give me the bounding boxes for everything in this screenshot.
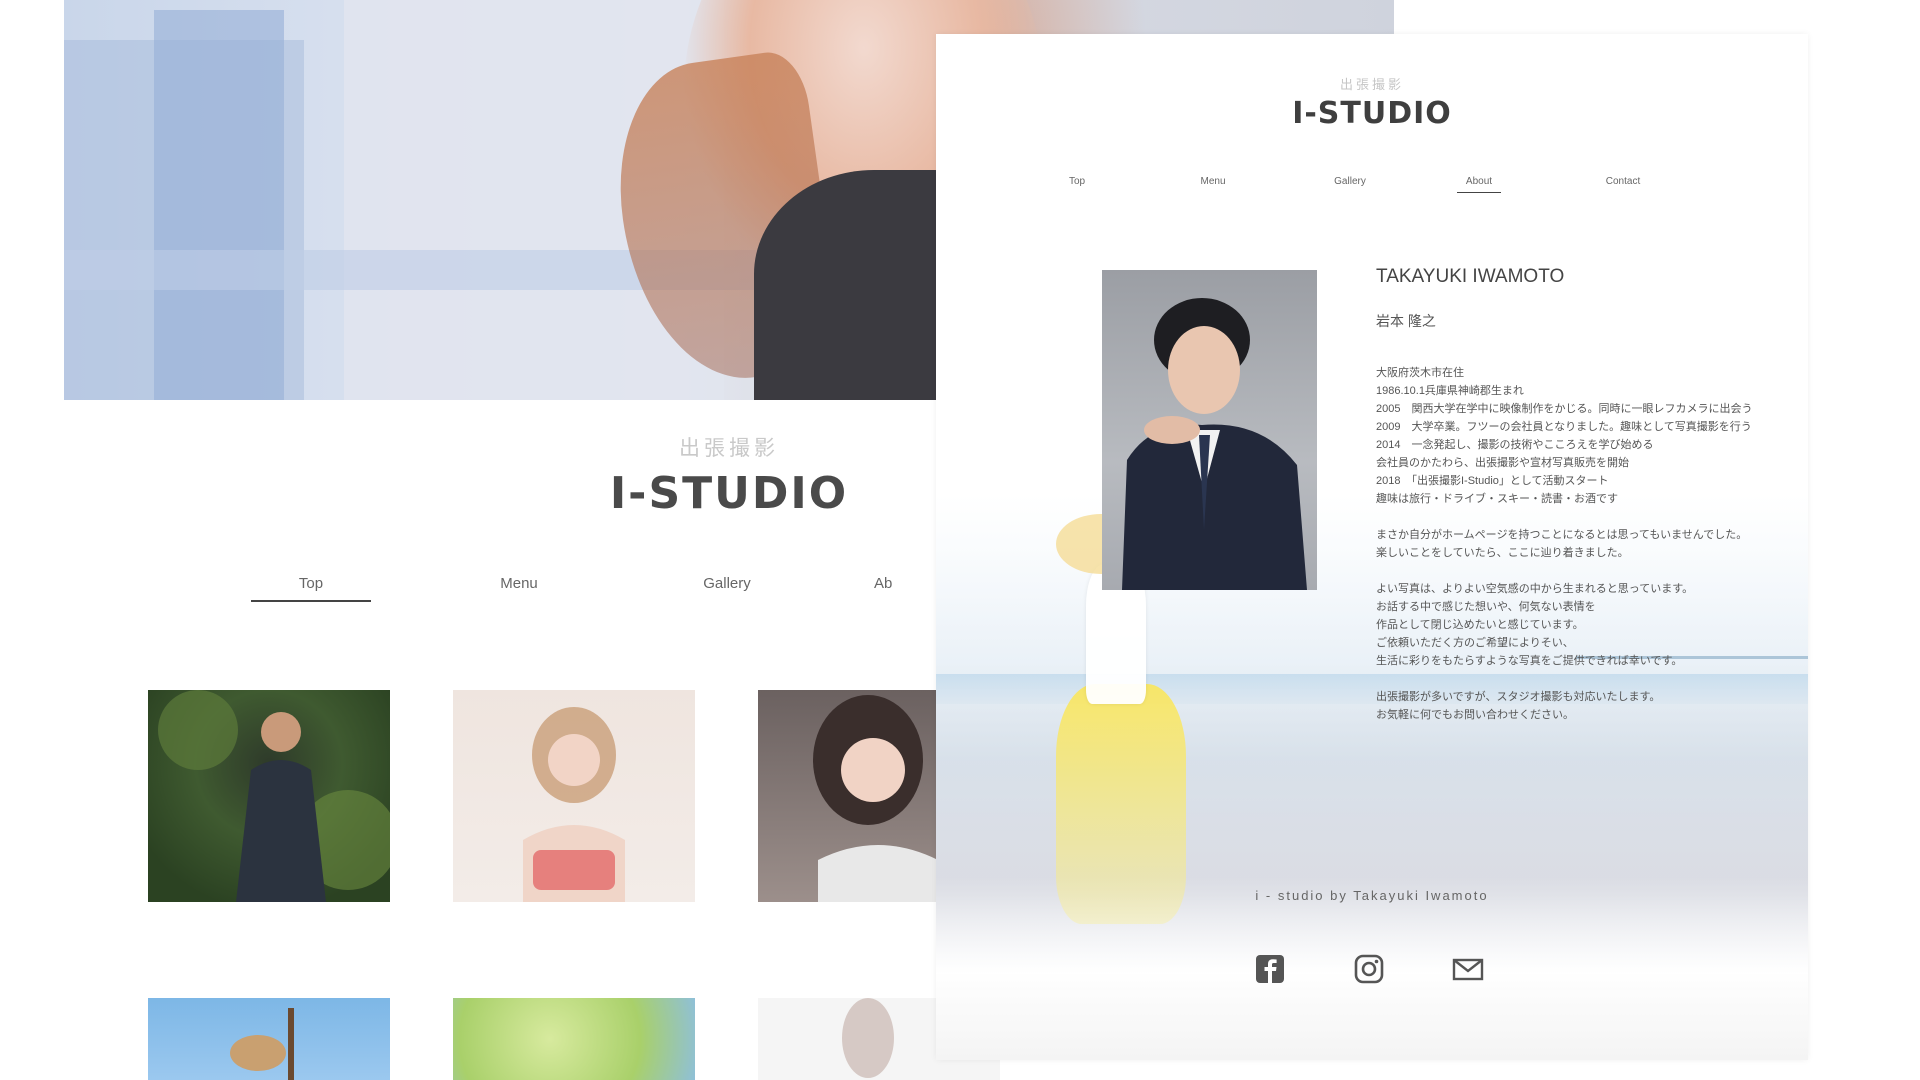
profile-name-jp: 岩本 隆之 bbox=[1376, 313, 1436, 329]
gallery-photo[interactable] bbox=[148, 690, 390, 902]
profile-photo bbox=[1102, 270, 1317, 590]
bio-line: 1986.10.1兵庫県神崎郡生まれ bbox=[1376, 385, 1524, 397]
nav-contact[interactable]: Contact bbox=[1583, 176, 1663, 192]
bio-line: 生活に彩りをもたらすような写真をご提供できれば幸いです。 bbox=[1376, 655, 1683, 667]
facebook-icon[interactable] bbox=[1253, 952, 1287, 986]
social-links bbox=[936, 952, 1808, 992]
bio-line: 趣味は旅行・ドライブ・スキー・読書・お酒です bbox=[1376, 493, 1618, 505]
bio-history: 大阪府茨木市在住 1986.10.1兵庫県神崎郡生まれ 2005 関西大学在学中… bbox=[1376, 364, 1776, 508]
nav-menu[interactable]: Menu bbox=[459, 575, 579, 600]
bio-line: 会社員のかたわら、出張撮影や宣材写真販売を開始 bbox=[1376, 457, 1629, 469]
bio-line: 楽しいことをしていたら、ここに辿り着きました。 bbox=[1376, 547, 1629, 559]
gallery-photo[interactable] bbox=[453, 690, 695, 902]
bio-line: 出張撮影が多いですが、スタジオ撮影も対応いたします。 bbox=[1376, 691, 1661, 703]
main-nav: Top Menu Gallery About Contact bbox=[936, 176, 1808, 200]
nav-top[interactable]: Top bbox=[1037, 176, 1117, 192]
bio-line: お話する中で感じた想いや、何気ない表情を bbox=[1376, 601, 1596, 613]
instagram-icon[interactable] bbox=[1352, 952, 1386, 986]
profile-bio: 大阪府茨木市在住 1986.10.1兵庫県神崎郡生まれ 2005 関西大学在学中… bbox=[1376, 364, 1776, 742]
brand-subtitle: 出張撮影 bbox=[1339, 78, 1404, 93]
nav-about[interactable]: About bbox=[1457, 176, 1501, 193]
nav-gallery[interactable]: Gallery bbox=[1310, 176, 1390, 192]
brand-logo[interactable]: I-STUDIO bbox=[936, 96, 1808, 131]
bio-line: 2018 「出張撮影I-Studio」として活動スタート bbox=[1376, 475, 1609, 487]
footer-signature: i - studio by Takayuki Iwamoto bbox=[1255, 888, 1489, 903]
bio-line: よい写真は、よりよい空気感の中から生まれると思っています。 bbox=[1376, 583, 1694, 595]
bio-line: まさか自分がホームページを持つことになるとは思ってもいませんでした。 bbox=[1376, 529, 1748, 541]
bio-contact-note: 出張撮影が多いですが、スタジオ撮影も対応いたします。 お気軽に何でもお問い合わせ… bbox=[1376, 688, 1776, 724]
bio-line: 大阪府茨木市在住 bbox=[1376, 367, 1464, 379]
bio-philosophy: よい写真は、よりよい空気感の中から生まれると思っています。 お話する中で感じた想… bbox=[1376, 580, 1776, 670]
gallery-photo[interactable] bbox=[453, 998, 695, 1080]
nav-gallery[interactable]: Gallery bbox=[667, 575, 787, 600]
nav-top[interactable]: Top bbox=[251, 575, 371, 602]
bio-line: 2009 大学卒業。フツーの会社員となりました。趣味として写真撮影を行う bbox=[1376, 421, 1752, 433]
profile-name-en: TAKAYUKI IWAMOTO bbox=[1376, 266, 1565, 287]
about-page-preview: 出張撮影 I-STUDIO Top Menu Gallery About Con… bbox=[936, 34, 1808, 1060]
bio-line: ご依頼いただく方のご希望によりそい、 bbox=[1376, 637, 1574, 649]
nav-about[interactable]: Ab bbox=[874, 575, 914, 600]
bio-line: お気軽に何でもお問い合わせください。 bbox=[1376, 709, 1574, 721]
bio-line: 2005 関西大学在学中に映像制作をかじる。同時に一眼レフカメラに出会う bbox=[1376, 403, 1753, 415]
bio-line: 作品として閉じ込めたいと感じています。 bbox=[1376, 619, 1584, 631]
bio-line: 2014 一念発起し、撮影の技術やこころえを学び始める bbox=[1376, 439, 1654, 451]
nav-menu[interactable]: Menu bbox=[1173, 176, 1253, 192]
bio-intro: まさか自分がホームページを持つことになるとは思ってもいませんでした。 楽しいこと… bbox=[1376, 526, 1776, 562]
gallery-photo[interactable] bbox=[148, 998, 390, 1080]
mail-icon[interactable] bbox=[1451, 952, 1485, 986]
